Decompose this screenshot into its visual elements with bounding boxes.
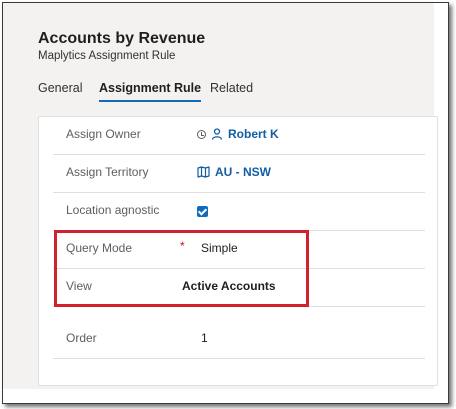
assign-territory-row: Assign Territory AU - NSW (53, 155, 425, 193)
assign-territory-value[interactable]: AU - NSW (197, 165, 271, 179)
location-agnostic-row: Location agnostic (53, 193, 425, 231)
assign-territory-label: Assign Territory (66, 165, 149, 179)
person-icon (211, 128, 223, 140)
order-row: Order 1 (53, 321, 425, 359)
assign-owner-link[interactable]: Robert K (228, 127, 279, 141)
assign-owner-value[interactable]: Robert K (197, 127, 279, 141)
record-title: Accounts by Revenue (38, 30, 206, 47)
tab-assignment-rule[interactable]: Assignment Rule (99, 81, 202, 102)
location-agnostic-checkbox[interactable] (197, 206, 208, 217)
location-agnostic-value (197, 206, 208, 217)
tab-general[interactable]: General (38, 81, 82, 95)
status-icon (197, 129, 206, 139)
map-icon (197, 166, 210, 178)
order-value[interactable]: 1 (201, 331, 208, 345)
assign-owner-label: Assign Owner (66, 127, 141, 141)
tab-related[interactable]: Related (210, 81, 253, 95)
record-subtitle: Maplytics Assignment Rule (38, 50, 176, 62)
window-frame: Accounts by Revenue Maplytics Assignment… (2, 2, 449, 404)
order-label: Order (66, 331, 97, 345)
assign-territory-link[interactable]: AU - NSW (215, 165, 271, 179)
location-agnostic-label: Location agnostic (66, 203, 160, 217)
highlight-box (54, 230, 309, 307)
assign-owner-row: Assign Owner Robert K (53, 117, 425, 155)
